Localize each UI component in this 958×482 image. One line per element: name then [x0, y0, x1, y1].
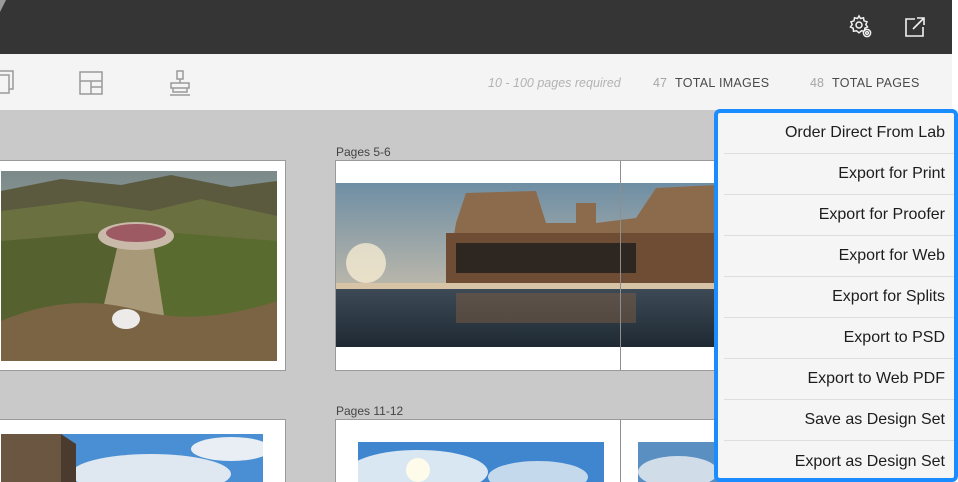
layout-grid-icon[interactable]: [76, 68, 106, 98]
total-pages-count: 48: [810, 76, 824, 90]
total-pages-label: TOTAL PAGES: [832, 76, 920, 90]
menu-item-export-for-print[interactable]: Export for Print: [724, 154, 954, 195]
spread-thumbnail[interactable]: [335, 160, 755, 371]
corner-arrow-icon: [0, 0, 6, 12]
spread-gutter: [620, 420, 621, 482]
sunburst-sky-photo: [358, 442, 604, 482]
menu-item-export-to-psd[interactable]: Export to PSD: [724, 318, 954, 359]
spread-thumbnail[interactable]: [335, 419, 755, 482]
spread-thumbnail[interactable]: [0, 419, 286, 482]
total-images-label: TOTAL IMAGES: [675, 76, 770, 90]
toolbar: 10 - 100 pages required 47 TOTAL IMAGES …: [0, 54, 952, 111]
total-images-count: 47: [653, 76, 667, 90]
spread-thumbnail[interactable]: [0, 160, 286, 371]
menu-item-export-for-proofer[interactable]: Export for Proofer: [724, 195, 954, 236]
export-menu: Order Direct From Lab Export for Print E…: [714, 109, 958, 482]
spread-gutter: [620, 161, 621, 370]
pages-required-text: 10 - 100 pages required: [488, 76, 621, 90]
venue-pool-photo: [336, 183, 754, 347]
spread-page-label: Pages 11-12: [336, 404, 404, 418]
external-link-icon[interactable]: [900, 12, 930, 42]
menu-item-export-as-design-set[interactable]: Export as Design Set: [724, 441, 954, 478]
menu-item-export-for-web[interactable]: Export for Web: [724, 236, 954, 277]
building-sky-photo: [1, 434, 263, 482]
pages-stack-icon[interactable]: [0, 68, 20, 98]
menu-item-export-for-splits[interactable]: Export for Splits: [724, 277, 954, 318]
stamp-tool-icon[interactable]: [165, 68, 195, 98]
spread-page-label: Pages 5-6: [336, 145, 391, 159]
menu-item-order-direct-from-lab[interactable]: Order Direct From Lab: [724, 113, 954, 154]
menu-item-save-as-design-set[interactable]: Save as Design Set: [724, 400, 954, 441]
settings-gear-icon[interactable]: [846, 12, 876, 42]
wedding-aerial-photo: [1, 171, 277, 361]
top-bar: [0, 0, 952, 54]
menu-item-export-to-web-pdf[interactable]: Export to Web PDF: [724, 359, 954, 400]
